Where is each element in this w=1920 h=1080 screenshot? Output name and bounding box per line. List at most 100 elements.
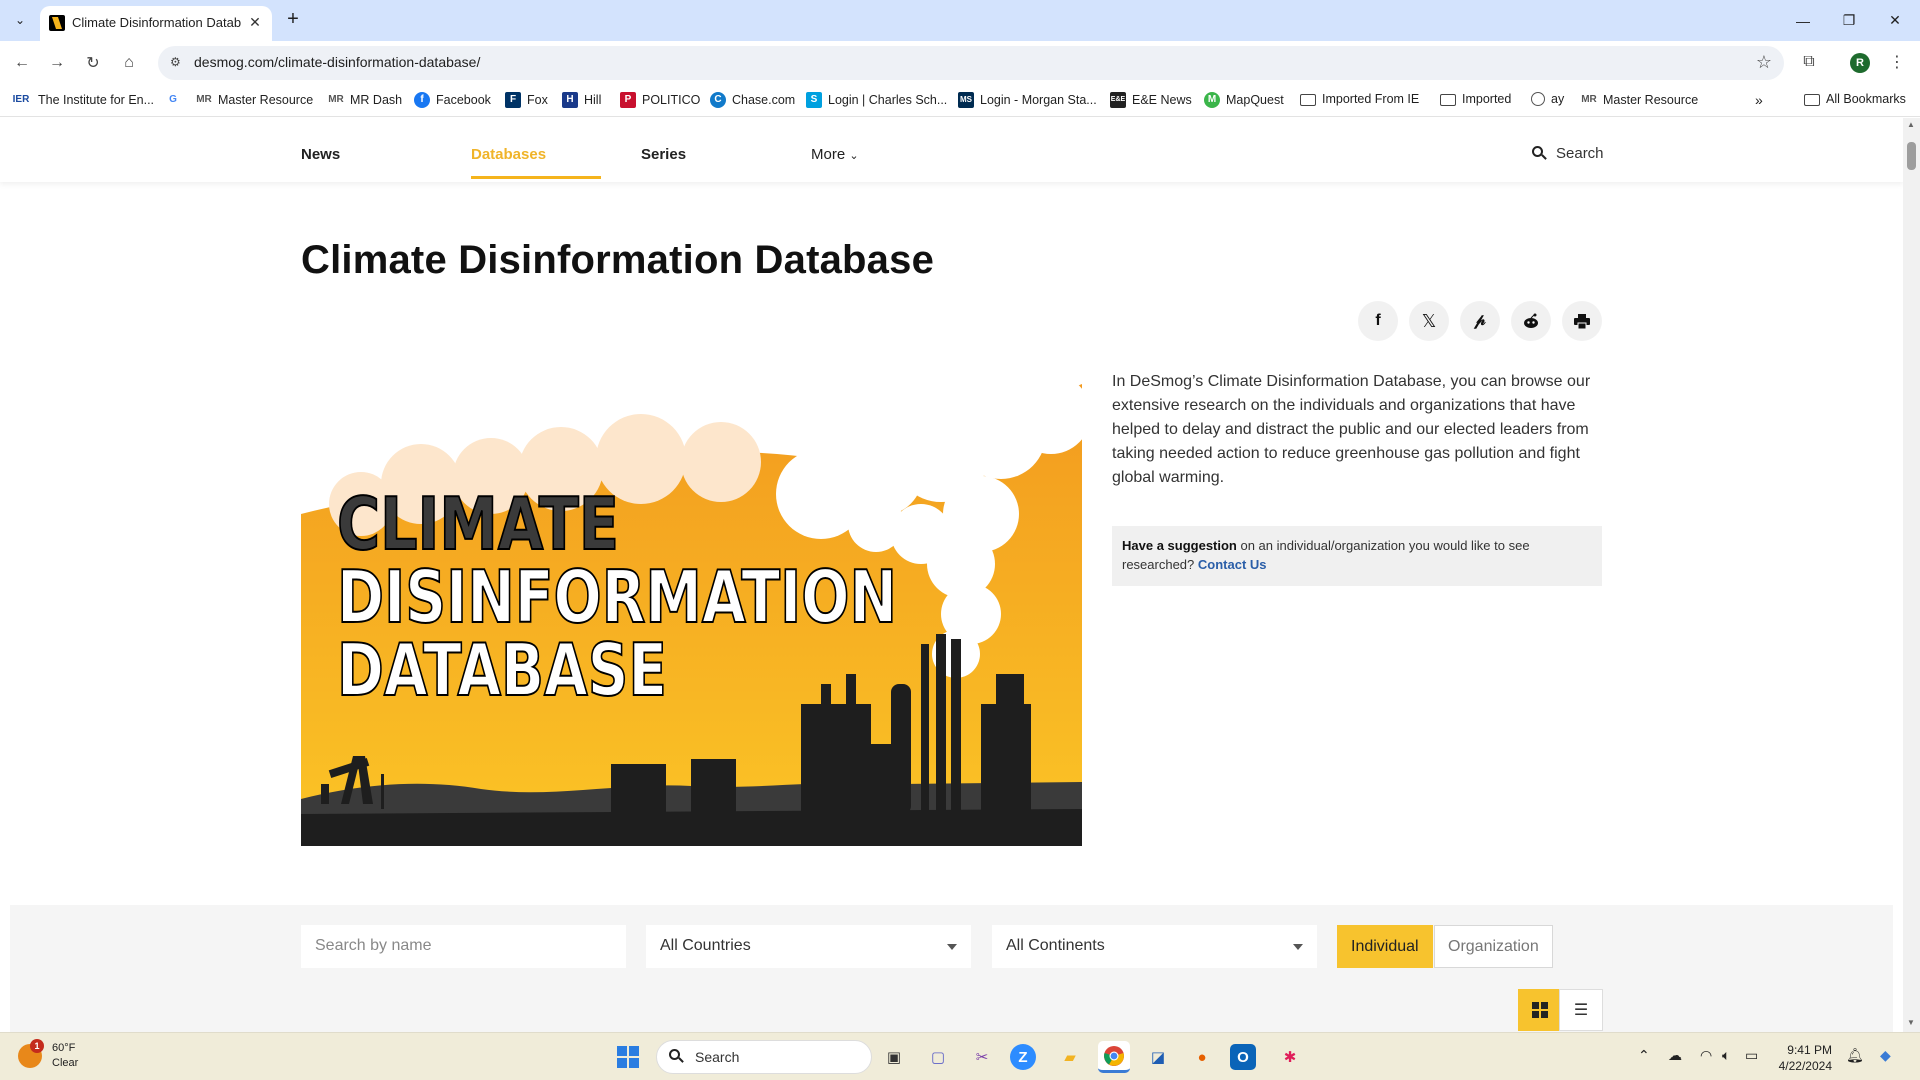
tab-search-button[interactable]: ⌄ <box>8 8 32 32</box>
remote-desktop-icon[interactable]: ◪ <box>1142 1041 1174 1073</box>
chrome-icon[interactable] <box>1098 1041 1130 1073</box>
bookmark-item[interactable]: MS Login - Morgan Sta... <box>958 92 1097 108</box>
bookmark-folder[interactable]: Imported <box>1440 92 1511 106</box>
master-resource-icon: MR <box>328 94 344 105</box>
task-view-icon[interactable]: ▣ <box>878 1041 910 1073</box>
bookmark-item[interactable]: P POLITICO <box>620 92 700 108</box>
snipping-tool-icon[interactable]: ✂ <box>966 1041 998 1073</box>
politico-icon: P <box>620 92 636 108</box>
system-clock[interactable]: 9:41 PM 4/22/2024 <box>1760 1042 1832 1074</box>
volume-icon[interactable]: 🔈︎ <box>1722 1047 1730 1064</box>
countries-select[interactable]: All Countries <box>646 925 971 968</box>
nav-news[interactable]: News <box>301 146 340 163</box>
back-button[interactable]: ← <box>10 51 34 75</box>
tray-overflow-icon[interactable]: ⌃ <box>1638 1047 1650 1064</box>
copilot-icon[interactable]: ◆ <box>1880 1047 1891 1064</box>
minimize-button[interactable]: — <box>1780 0 1826 41</box>
browser-menu-icon[interactable]: ⋮ <box>1886 51 1908 73</box>
page-scrollbar[interactable]: ▲ ▼ <box>1903 118 1920 1032</box>
folder-icon <box>1300 94 1316 106</box>
active-nav-underline <box>471 176 601 179</box>
url-text[interactable]: desmog.com/climate-disinformation-databa… <box>194 54 480 70</box>
individual-toggle[interactable]: Individual <box>1337 925 1433 968</box>
facebook-icon: f <box>414 92 430 108</box>
print-share-icon[interactable] <box>1562 301 1602 341</box>
search-by-name-input[interactable]: Search by name <box>301 925 626 968</box>
address-bar[interactable]: ⚙ desmog.com/climate-disinformation-data… <box>158 46 1784 80</box>
bookmark-item[interactable]: MR Master Resource <box>1581 92 1698 108</box>
wifi-icon[interactable]: ◠ <box>1700 1047 1712 1064</box>
hero-line-3: DATABASE <box>337 628 667 712</box>
bookmark-star-icon[interactable]: ☆ <box>1756 52 1772 73</box>
file-explorer-icon[interactable]: ▰ <box>1054 1041 1086 1073</box>
battery-icon[interactable]: ▭ <box>1745 1047 1758 1064</box>
scroll-up-arrow-icon[interactable]: ▲ <box>1907 120 1915 129</box>
network-drive-icon[interactable]: ☁ <box>1668 1047 1682 1064</box>
extensions-icon[interactable]: ⧉ <box>1798 51 1820 73</box>
bookmark-item[interactable]: G <box>165 92 187 108</box>
new-tab-button[interactable]: + <box>282 8 304 30</box>
bookmark-folder[interactable]: Imported From IE <box>1300 92 1419 106</box>
google-icon: G <box>169 94 177 105</box>
facebook-share-icon[interactable]: f <box>1358 301 1398 341</box>
bookmark-item[interactable]: MR Master Resource <box>196 92 313 108</box>
clock-time: 9:41 PM <box>1787 1043 1832 1057</box>
continents-select[interactable]: All Continents <box>992 925 1317 968</box>
windows-start-icon[interactable] <box>612 1041 644 1073</box>
bookmarks-bar: IER The Institute for En... G MR Master Re… <box>0 85 1920 117</box>
scroll-down-arrow-icon[interactable]: ▼ <box>1907 1018 1915 1027</box>
profile-avatar[interactable]: R <box>1850 53 1870 73</box>
site-search-button[interactable]: Search <box>1532 145 1604 162</box>
bookmark-item[interactable]: ay <box>1531 92 1564 106</box>
scrollbar-thumb[interactable] <box>1907 142 1916 170</box>
tab-title: Climate Disinformation Datab <box>72 15 242 30</box>
suggestion-heading: Have a suggestion <box>1122 538 1237 553</box>
outlook-icon[interactable]: O <box>1230 1044 1256 1070</box>
browser-tab[interactable]: Climate Disinformation Datab ✕ <box>40 6 272 41</box>
reddit-icon <box>1524 313 1538 328</box>
grid-view-button[interactable] <box>1518 989 1562 1031</box>
bookmark-item[interactable]: IER The Institute for En... <box>10 92 154 108</box>
desmog-favicon-icon <box>49 15 65 31</box>
list-view-button[interactable]: ☰ <box>1559 989 1603 1031</box>
browser-toolbar: ← → ↻ ⌂ ⚙ desmog.com/climate-disinformat… <box>0 41 1920 85</box>
bookmark-item[interactable]: S Login | Charles Sch... <box>806 92 947 108</box>
bookmark-item[interactable]: f Facebook <box>414 92 491 108</box>
bookmark-item[interactable]: H Hill <box>562 92 601 108</box>
bookmark-item[interactable]: C Chase.com <box>710 92 795 108</box>
site-info-icon[interactable]: ⚙ <box>170 55 186 71</box>
page-title: Climate Disinformation Database <box>301 238 935 282</box>
x-share-icon[interactable]: 𝕏 <box>1409 301 1449 341</box>
mapquest-icon: M <box>1204 92 1220 108</box>
bookmark-item[interactable]: M MapQuest <box>1204 92 1284 108</box>
windows-logo-icon <box>617 1046 639 1068</box>
weather-widget[interactable]: 1 60°F Clear <box>18 1039 78 1071</box>
organization-toggle[interactable]: Organization <box>1434 925 1553 968</box>
bookmark-item[interactable]: MR MR Dash <box>328 92 402 108</box>
weather-alert-badge: 1 <box>30 1039 44 1053</box>
home-button[interactable]: ⌂ <box>117 51 141 75</box>
pinterest-share-icon[interactable]: 𝓅 <box>1460 301 1500 341</box>
restore-button[interactable]: ❐ <box>1826 0 1872 41</box>
reddit-share-icon[interactable] <box>1511 301 1551 341</box>
bookmark-item[interactable]: E&E E&E News <box>1110 92 1192 108</box>
taskbar-search[interactable]: Search <box>656 1040 872 1074</box>
close-window-button[interactable]: ✕ <box>1872 0 1918 41</box>
bookmarks-overflow-icon[interactable]: » <box>1755 92 1763 108</box>
notification-bell-icon[interactable]: 🔔︎ <box>1846 1047 1864 1064</box>
nav-more[interactable]: More ⌄ <box>811 146 859 163</box>
nav-series[interactable]: Series <box>641 146 686 163</box>
contact-us-link[interactable]: Contact Us <box>1198 557 1267 572</box>
list-icon: ☰ <box>1573 1002 1589 1019</box>
reload-button[interactable]: ↻ <box>81 51 105 75</box>
nav-databases[interactable]: Databases <box>471 146 546 163</box>
forward-button[interactable]: → <box>45 51 69 75</box>
all-bookmarks-folder[interactable]: All Bookmarks <box>1804 92 1906 106</box>
slack-icon[interactable]: ✱ <box>1274 1041 1306 1073</box>
grid-icon <box>1532 1002 1548 1018</box>
tab-close-icon[interactable]: ✕ <box>246 13 264 31</box>
bookmark-item[interactable]: F Fox <box>505 92 548 108</box>
teams-icon[interactable]: ▢ <box>922 1041 954 1073</box>
firefox-icon[interactable]: ● <box>1186 1041 1218 1073</box>
zoom-icon[interactable]: Z <box>1010 1044 1036 1070</box>
